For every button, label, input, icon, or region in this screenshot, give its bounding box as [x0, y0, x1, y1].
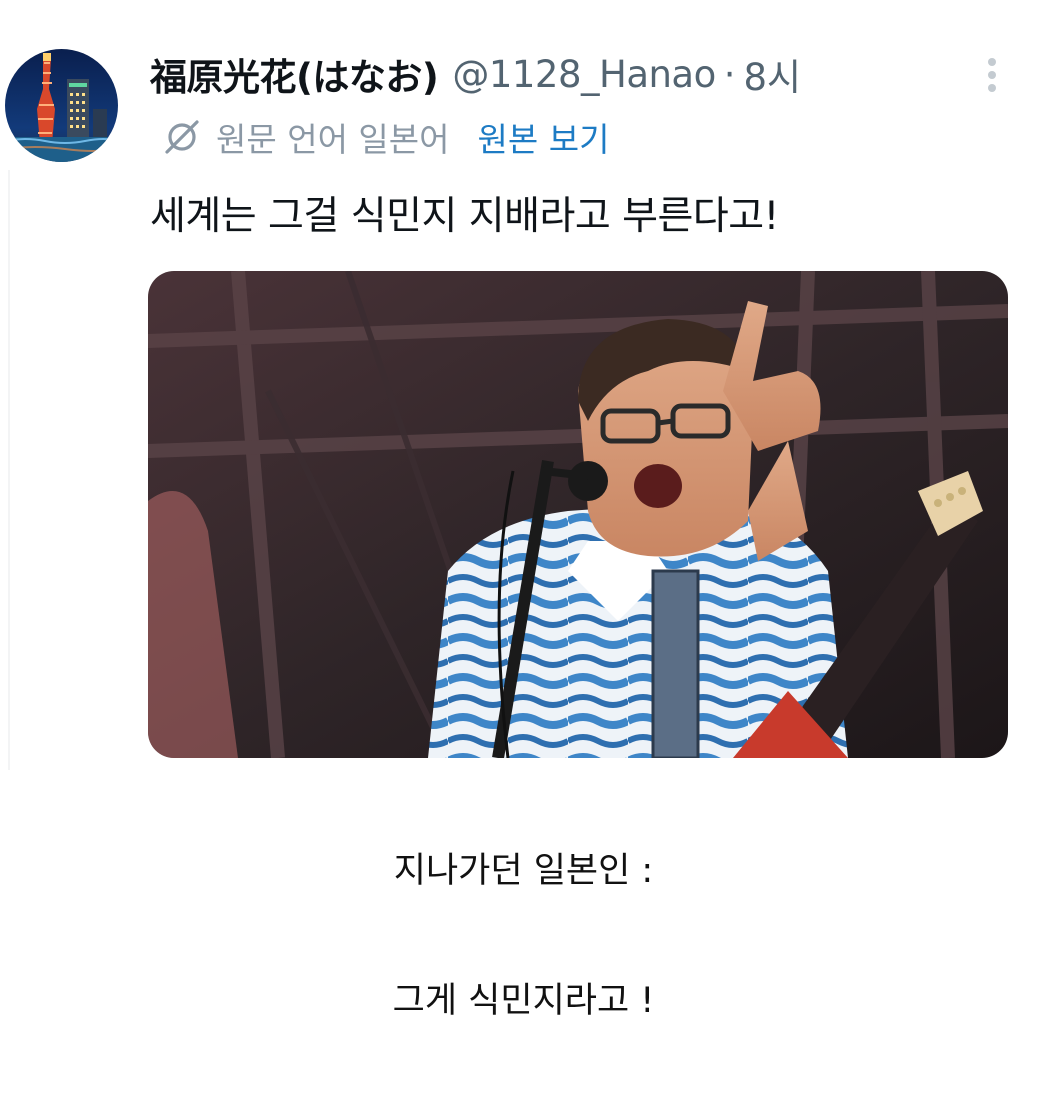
caption-line-1: 지나가던 일본인 : — [393, 851, 654, 891]
source-language-label: 원문 언어 일본어 — [216, 120, 450, 159]
tweet-media-photo[interactable] — [148, 271, 1008, 758]
globe-slash-icon — [165, 120, 199, 154]
more-vertical-icon[interactable] — [974, 52, 1010, 98]
tweet-header: 福原光花(はなお) @1128_Hanao · 8시 — [150, 48, 801, 100]
translation-notice: 원문 언어 일본어 원본 보기 — [160, 114, 609, 160]
tweet-text: 세계는 그걸 식민지 지배라고 부른다고! — [150, 194, 779, 239]
display-name[interactable]: 福原光花(はなお) — [150, 47, 439, 101]
avatar-image — [5, 49, 118, 162]
caption-line-2: 그게 식민지라고 ! — [392, 981, 655, 1021]
more-dot — [988, 84, 996, 92]
concert-photo — [148, 271, 1008, 758]
user-handle[interactable]: @1128_Hanao — [452, 53, 716, 96]
more-dot — [988, 58, 996, 66]
view-original-link[interactable]: 원본 보기 — [478, 113, 610, 161]
avatar[interactable] — [5, 49, 118, 162]
more-dot — [988, 71, 996, 79]
separator-dot: · — [723, 52, 736, 96]
thread-line — [8, 170, 10, 770]
timestamp[interactable]: 8시 — [744, 47, 802, 101]
